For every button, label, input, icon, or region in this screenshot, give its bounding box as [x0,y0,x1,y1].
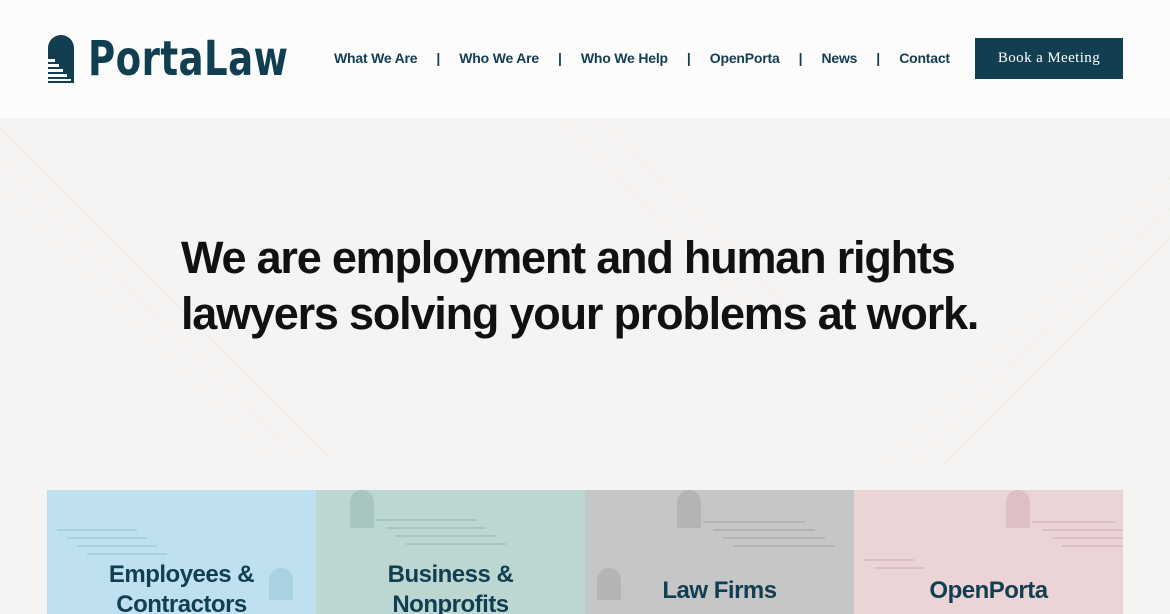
main-nav: What We Are | Who We Are | Who We Help |… [334,47,950,69]
card-label: Law Firms [662,577,777,604]
site-header: PortaLaw What We Are | Who We Are | Who … [0,0,1170,118]
card-label: Business & Nonprofits [316,560,585,614]
card-label: Employees & Contractors [47,560,316,614]
hero-title-line-2: lawyers solving your problems at work. [181,288,979,339]
book-meeting-button[interactable]: Book a Meeting [975,38,1123,79]
nav-item-who-we-help[interactable]: Who We Help [581,50,668,66]
card-label-line-1: Employees & [108,561,255,588]
card-label-line-2: Contractors [116,591,247,614]
card-label-line-1: Business & [387,561,514,588]
hero-title: We are employment and human rights lawye… [181,230,981,342]
card-employees-contractors[interactable]: Employees & Contractors [47,490,316,614]
portal-stairs-icon [48,35,74,83]
audience-cards: Employees & Contractors Business & Nonpr… [47,490,1123,614]
nav-separator: | [686,50,691,66]
nav-separator: | [798,50,803,66]
hero-title-line-1: We are employment and human rights [181,232,956,283]
nav-separator: | [557,50,562,66]
card-law-firms[interactable]: Law Firms [585,490,854,614]
logo-text: PortaLaw [88,31,289,87]
logo[interactable]: PortaLaw [48,34,321,84]
nav-item-who-we-are[interactable]: Who We Are [459,50,539,66]
card-openporta[interactable]: OpenPorta [854,490,1123,614]
card-business-nonprofits[interactable]: Business & Nonprofits [316,490,585,614]
card-label-line-2: Nonprofits [392,591,509,614]
nav-item-openporta[interactable]: OpenPorta [710,50,780,66]
nav-item-news[interactable]: News [821,50,857,66]
nav-item-contact[interactable]: Contact [899,50,950,66]
card-label: OpenPorta [929,577,1048,604]
nav-separator: | [876,50,881,66]
nav-item-what-we-are[interactable]: What We Are [334,50,418,66]
nav-separator: | [436,50,441,66]
